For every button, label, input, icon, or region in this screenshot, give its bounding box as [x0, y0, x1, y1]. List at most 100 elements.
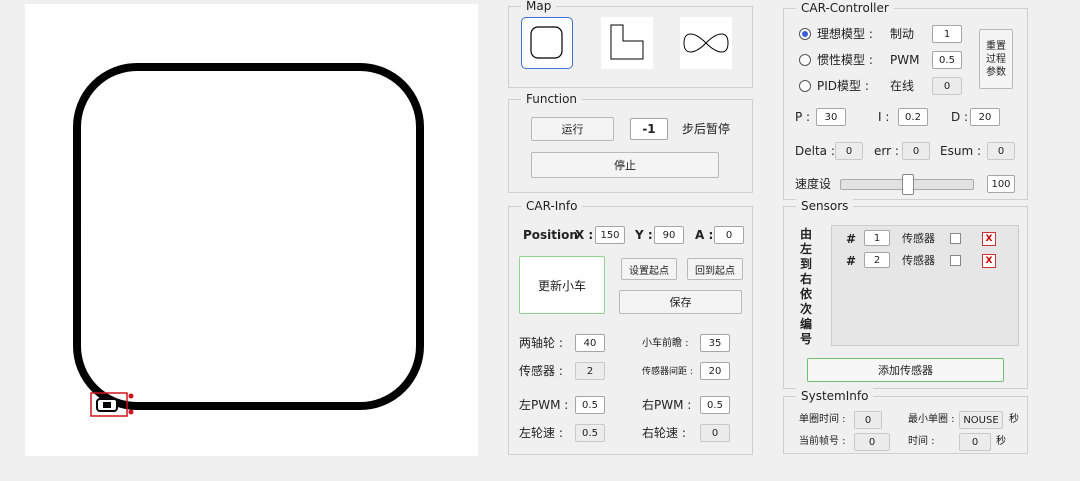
right-pwm-input[interactable]: 0.5 [700, 396, 730, 414]
sensor-enable-checkbox[interactable] [950, 233, 961, 244]
x-label: X : [575, 228, 594, 242]
left-pwm-input[interactable]: 0.5 [575, 396, 605, 414]
sensor-enable-checkbox[interactable] [950, 255, 961, 266]
map-shape-l[interactable] [601, 17, 653, 69]
p-label: P : [795, 110, 811, 124]
sensor-remove-button[interactable]: X [982, 254, 996, 268]
track-path [73, 63, 424, 410]
sensor-item: # 1 传感器 X [832, 230, 1018, 248]
speed-input[interactable]: 100 [987, 175, 1015, 193]
frame-value: 0 [854, 433, 890, 451]
pwm-input[interactable]: 0.5 [932, 51, 962, 69]
lookahead-input[interactable]: 35 [700, 334, 730, 352]
sensors-count-label: 传感器 : [519, 364, 563, 378]
step-count-input[interactable]: -1 [630, 118, 668, 140]
esum-label: Esum : [940, 144, 981, 158]
wheelbase-input[interactable]: 40 [575, 334, 605, 352]
car-controller-title: CAR-Controller [796, 0, 894, 16]
min-lap-unit: 秒 [1009, 414, 1019, 425]
car-controller-group: CAR-Controller 理想模型 : 制动 1 惯性模型 : PWM 0.… [783, 0, 1028, 200]
step-pause-label: 步后暂停 [682, 122, 731, 136]
speed-slider-track[interactable] [840, 174, 974, 195]
min-lap-value: NOUSE [959, 411, 1003, 429]
reset-params-button[interactable]: 重置过程参数 [979, 29, 1013, 89]
time-unit: 秒 [996, 436, 1006, 447]
right-speed-label: 右轮速 : [642, 426, 686, 440]
save-button[interactable]: 保存 [619, 290, 742, 314]
car-info-group: CAR-Info Position X : 150 Y : 90 A : 0 更… [508, 198, 753, 455]
track-canvas[interactable] [25, 4, 478, 456]
d-input[interactable]: 20 [970, 108, 1000, 126]
sensor-label: 传感器 [902, 254, 935, 267]
err-label: err : [874, 144, 899, 158]
i-label: I : [878, 110, 890, 124]
frame-label: 当前帧号 : [799, 436, 846, 447]
esum-value: 0 [987, 142, 1015, 160]
brake-input[interactable]: 1 [932, 25, 962, 43]
stop-button[interactable]: 停止 [531, 152, 719, 178]
ideal-model-label: 理想模型 : [817, 27, 873, 41]
update-car-button[interactable]: 更新小车 [519, 256, 605, 314]
sensor-index-input[interactable]: 2 [864, 252, 890, 268]
d-label: D : [951, 110, 969, 124]
left-speed-label: 左轮速 : [519, 426, 563, 440]
map-shape-rounded-square[interactable] [521, 17, 573, 69]
right-pwm-label: 右PWM : [642, 398, 692, 412]
figure-eight-icon [683, 33, 729, 53]
time-value: 0 [959, 433, 991, 451]
map-title: Map [521, 0, 557, 14]
inertia-model-radio[interactable] [799, 54, 811, 66]
err-value: 0 [902, 142, 930, 160]
sensor-label: 传感器 [902, 232, 935, 245]
online-value: 0 [932, 77, 962, 95]
speed-slider-thumb[interactable] [902, 174, 914, 195]
run-button[interactable]: 运行 [531, 117, 614, 141]
right-speed-value: 0 [700, 424, 730, 442]
ideal-model-radio[interactable] [799, 28, 811, 40]
sensor-order-vertical-label: 由左到右依次编号 [800, 227, 813, 346]
y-input[interactable]: 90 [654, 226, 684, 244]
i-input[interactable]: 0.2 [898, 108, 928, 126]
system-info-title: SystemInfo [796, 388, 874, 404]
sensors-group: Sensors 由左到右依次编号 # 1 传感器 X # 2 传感器 X 添加传… [783, 198, 1028, 389]
position-label: Position [523, 228, 578, 242]
time-label: 时间 : [908, 436, 935, 447]
sensor-item: # 2 传感器 X [832, 252, 1018, 270]
lookahead-label: 小车前瞻 : [642, 338, 689, 349]
sensor-index-input[interactable]: 1 [864, 230, 890, 246]
sensor-remove-button[interactable]: X [982, 232, 996, 246]
left-speed-value: 0.5 [575, 424, 605, 442]
x-input[interactable]: 150 [595, 226, 625, 244]
p-input[interactable]: 30 [816, 108, 846, 126]
left-pwm-label: 左PWM : [519, 398, 569, 412]
online-label: 在线 [890, 79, 915, 93]
add-sensor-button[interactable]: 添加传感器 [807, 358, 1004, 382]
pid-model-radio[interactable] [799, 80, 811, 92]
function-title: Function [521, 91, 583, 107]
delta-label: Delta : [795, 144, 835, 158]
map-group: Map [508, 0, 753, 88]
track-drawing [73, 63, 424, 417]
a-input[interactable]: 0 [714, 226, 744, 244]
speed-setting-label: 速度设 [795, 177, 832, 191]
inertia-model-label: 惯性模型 : [817, 53, 873, 67]
back-to-start-button[interactable]: 回到起点 [687, 258, 743, 280]
y-label: Y : [635, 228, 653, 242]
min-lap-label: 最小单圈 : [908, 414, 955, 425]
sensor-list: # 1 传感器 X # 2 传感器 X [831, 225, 1019, 346]
set-start-button[interactable]: 设置起点 [621, 258, 677, 280]
sensor-hash: # [846, 254, 857, 268]
sensor-gap-input[interactable]: 20 [700, 362, 730, 380]
l-shape-icon [610, 24, 644, 60]
pid-model-label: PID模型 : [817, 79, 869, 93]
wheelbase-label: 两轴轮 : [519, 336, 563, 350]
pwm-label: PWM [890, 53, 920, 67]
rounded-square-icon [530, 26, 563, 59]
system-info-group: SystemInfo 单圈时间 : 0 最小单圈 : NOUSE 秒 当前帧号 … [783, 388, 1028, 454]
sensor-hash: # [846, 232, 857, 246]
sensors-count-value: 2 [575, 362, 605, 380]
map-shape-figure-eight[interactable] [680, 17, 732, 69]
sensors-title: Sensors [796, 198, 854, 214]
brake-label: 制动 [890, 27, 915, 41]
a-label: A : [695, 228, 714, 242]
